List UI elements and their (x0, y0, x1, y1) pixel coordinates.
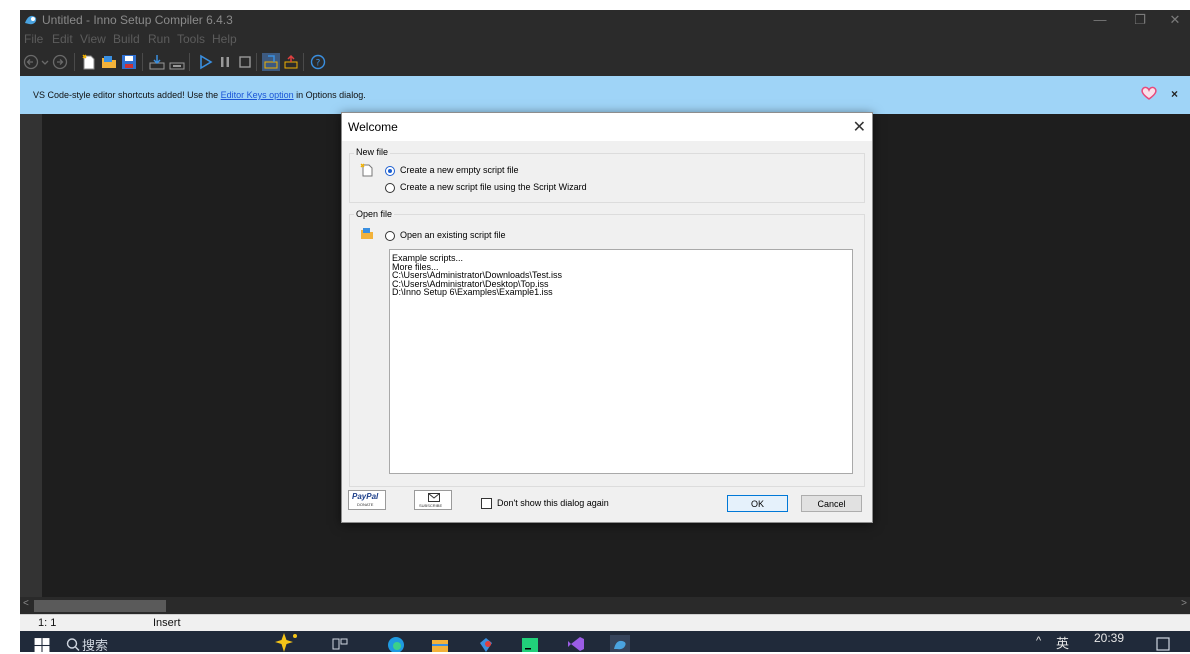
info-message: VS Code-style editor shortcuts added! Us… (33, 90, 366, 100)
pause-icon[interactable] (216, 53, 234, 71)
info-bar-close-button[interactable]: × (1171, 87, 1178, 101)
toolbar-separator (256, 53, 257, 71)
notification-icon[interactable] (1156, 637, 1170, 651)
file-explorer-icon[interactable] (430, 635, 450, 652)
toolbar-separator (189, 53, 190, 71)
new-file-group (349, 153, 865, 203)
run-icon[interactable] (196, 53, 214, 71)
target-uninstall-icon[interactable] (282, 53, 300, 71)
menu-build[interactable]: Build (113, 32, 140, 46)
edge-browser-icon[interactable] (386, 635, 406, 652)
open-file-label: Open file (354, 209, 395, 219)
ok-button[interactable]: OK (727, 495, 788, 512)
toolbar-separator (74, 53, 75, 71)
donate-caption: DONATE (357, 502, 374, 507)
svg-text:?: ? (316, 59, 321, 69)
horizontal-scrollbar[interactable]: < > (20, 597, 1190, 614)
copilot-stars-icon[interactable] (272, 631, 300, 652)
menu-edit[interactable]: Edit (52, 32, 73, 46)
ime-indicator[interactable]: 英 (1056, 633, 1069, 652)
status-bar: 1: 1 Insert (20, 614, 1190, 632)
compile-icon[interactable] (148, 53, 166, 71)
mail-icon (428, 493, 440, 502)
paypal-brand: PayPal (352, 492, 379, 501)
menu-tools[interactable]: Tools (177, 32, 205, 46)
inno-setup-app-icon (25, 15, 37, 25)
subscribe-button[interactable]: SUBSCRIBE (414, 490, 452, 510)
insert-mode: Insert (153, 617, 181, 629)
back-dropdown-icon[interactable] (40, 53, 50, 71)
taskbar-search[interactable]: 搜索 (82, 635, 108, 654)
new-empty-script-radio[interactable] (385, 166, 395, 176)
menu-bar: File Edit View Build Run Tools Help (20, 30, 1190, 47)
open-folder-icon[interactable] (100, 53, 118, 71)
search-icon[interactable] (66, 636, 80, 653)
dialog-close-button[interactable]: ✕ (853, 117, 866, 137)
info-message-suffix: in Options dialog. (293, 90, 366, 100)
subscribe-caption: SUBSCRIBE (419, 503, 443, 508)
new-empty-script-label[interactable]: Create a new empty script file (400, 165, 519, 175)
back-icon[interactable] (22, 53, 40, 71)
menu-view[interactable]: View (80, 32, 106, 46)
info-message-prefix: VS Code-style editor shortcuts added! Us… (33, 90, 221, 100)
welcome-dialog: Welcome ✕ New file Create a new empty sc… (341, 112, 873, 523)
list-item[interactable]: Example scripts... (390, 254, 852, 263)
help-icon[interactable]: ? (309, 53, 327, 71)
terminate-icon[interactable] (236, 53, 254, 71)
pycharm-icon[interactable] (520, 635, 540, 652)
open-folder-icon (361, 228, 373, 239)
scrollbar-thumb[interactable] (34, 600, 166, 612)
dont-show-again-label[interactable]: Don't show this dialog again (497, 498, 609, 508)
toolbar-separator (303, 53, 304, 71)
windows-start-icon[interactable] (32, 637, 52, 654)
menu-help[interactable]: Help (212, 32, 237, 46)
target-setup-icon[interactable] (262, 53, 280, 71)
dialog-title: Welcome (348, 120, 398, 134)
open-existing-script-label[interactable]: Open an existing script file (400, 230, 506, 240)
scroll-right-icon[interactable]: > (1181, 598, 1187, 609)
new-file-icon[interactable] (80, 53, 98, 71)
dont-show-again-checkbox[interactable] (481, 498, 492, 509)
paypal-donate-button[interactable]: PayPal DONATE (348, 490, 386, 510)
task-view-icon[interactable] (330, 635, 350, 652)
minimize-button[interactable]: — (1080, 11, 1120, 29)
windows-taskbar: 搜索 ^ 英 20:39 (20, 631, 1190, 654)
inno-setup-taskbar-icon[interactable] (610, 635, 630, 652)
taskbar-clock[interactable]: 20:39 (1094, 631, 1124, 645)
maximize-button[interactable]: ❐ (1120, 11, 1160, 29)
toolbar-separator (142, 53, 143, 71)
editor-gutter (20, 114, 42, 597)
close-window-button[interactable]: ✕ (1155, 11, 1190, 29)
new-file-label: New file (354, 147, 391, 157)
list-item[interactable]: D:\Inno Setup 6\Examples\Example1.iss (390, 288, 852, 297)
visual-studio-icon[interactable] (566, 635, 586, 652)
recent-files-list[interactable]: Example scripts... More files... C:\User… (389, 249, 853, 474)
open-existing-script-radio[interactable] (385, 231, 395, 241)
heart-icon[interactable] (1140, 84, 1158, 102)
editor-keys-link[interactable]: Editor Keys option (221, 90, 294, 100)
stop-compile-icon[interactable] (168, 53, 186, 71)
cancel-button[interactable]: Cancel (801, 495, 862, 512)
tray-chevron-icon[interactable]: ^ (1036, 635, 1041, 647)
save-icon[interactable] (120, 53, 138, 71)
cursor-position: 1: 1 (38, 617, 57, 629)
scroll-left-icon[interactable]: < (23, 598, 29, 609)
forward-icon[interactable] (51, 53, 69, 71)
title-bar: Untitled - Inno Setup Compiler 6.4.3 — ❐… (20, 10, 1190, 30)
new-file-icon (360, 163, 373, 177)
menu-file[interactable]: File (24, 32, 43, 46)
info-bar: VS Code-style editor shortcuts added! Us… (20, 76, 1190, 114)
dialog-title-bar: Welcome ✕ (342, 113, 872, 141)
store-app-icon[interactable] (476, 635, 496, 652)
toolbar: ? (20, 47, 1190, 76)
script-wizard-label[interactable]: Create a new script file using the Scrip… (400, 182, 587, 192)
window-title: Untitled - Inno Setup Compiler 6.4.3 (42, 13, 233, 27)
script-wizard-radio[interactable] (385, 183, 395, 193)
menu-run[interactable]: Run (148, 32, 170, 46)
